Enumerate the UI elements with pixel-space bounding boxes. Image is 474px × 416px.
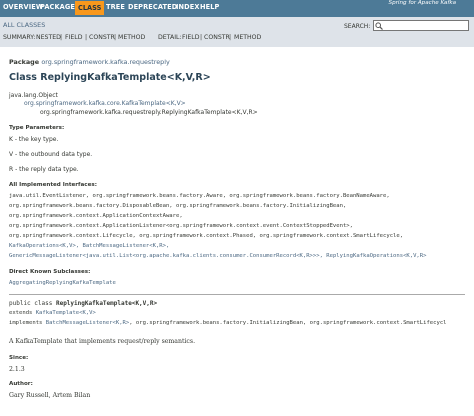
package-link[interactable]: org.springframework.kafka.requestreply bbox=[41, 58, 169, 66]
type-params-label: Type Parameters: bbox=[9, 125, 65, 131]
batch-message-listener-link[interactable]: BatchMessageListener<K,R>, bbox=[82, 243, 169, 249]
type-param-r: R - the reply data type. bbox=[9, 166, 79, 173]
separator: | bbox=[85, 34, 88, 41]
implements-link[interactable]: BatchMessageListener<K,R> bbox=[46, 320, 130, 326]
interfaces-line: org.springframework.context.ApplicationL… bbox=[9, 223, 353, 229]
since-label: Since: bbox=[9, 355, 29, 361]
declaration-modifiers: public class bbox=[9, 300, 56, 307]
interfaces-line: KafkaOperations<K,V>, BatchMessageListen… bbox=[9, 243, 169, 249]
interfaces-line: GenericMessageListener<java.util.List<or… bbox=[9, 253, 426, 259]
implements-keyword: implements bbox=[9, 320, 46, 326]
author-value: Gary Russell, Artem Bilan bbox=[9, 392, 91, 399]
nav-deprecated[interactable]: DEPRECATED bbox=[128, 3, 177, 11]
inheritance-object: java.lang.Object bbox=[9, 92, 58, 99]
nav-class[interactable]: CLASS bbox=[75, 1, 105, 15]
since-value: 2.1.3 bbox=[9, 366, 25, 373]
detail-method-link[interactable]: METHOD bbox=[234, 34, 261, 41]
interfaces-line: java.util.EventListener, org.springframe… bbox=[9, 193, 390, 199]
top-navbar: OVERVIEW PACKAGE CLASS TREE DEPRECATED I… bbox=[0, 0, 474, 17]
implements-rest: , org.springframework.beans.factory.Init… bbox=[129, 320, 447, 326]
declaration-implements: implements BatchMessageListener<K,R>, or… bbox=[9, 320, 447, 326]
summary-nested-link[interactable]: NESTED bbox=[36, 34, 61, 41]
declaration-class-name: ReplyingKafkaTemplate<K,V,R> bbox=[55, 300, 158, 307]
author-label: Author: bbox=[9, 381, 33, 387]
summary-label: SUMMARY: bbox=[3, 34, 36, 41]
summary-method-link[interactable]: METHOD bbox=[118, 34, 145, 41]
separator: | bbox=[114, 34, 117, 41]
summary-constr-link[interactable]: CONSTR bbox=[89, 34, 115, 41]
nav-tree[interactable]: TREE bbox=[106, 3, 125, 11]
subclass-link[interactable]: AggregatingReplyingKafkaTemplate bbox=[9, 280, 116, 286]
search-input[interactable] bbox=[373, 20, 469, 31]
declaration-extends: extends KafkaTemplate<K,V> bbox=[9, 310, 96, 316]
package-line: Package org.springframework.kafka.reques… bbox=[9, 58, 170, 66]
separator: | bbox=[229, 34, 232, 41]
class-description: A KafkaTemplate that implements request/… bbox=[9, 338, 196, 345]
separator: | bbox=[60, 34, 63, 41]
detail-label: DETAIL: bbox=[158, 34, 182, 41]
subclasses-label: Direct Known Subclasses: bbox=[9, 269, 91, 275]
interfaces-line: org.springframework.beans.factory.Dispos… bbox=[9, 203, 347, 209]
nav-package[interactable]: PACKAGE bbox=[40, 3, 75, 11]
divider bbox=[9, 294, 465, 295]
replying-kafka-operations-link[interactable]: ReplyingKafkaOperations<K,V,R> bbox=[326, 253, 426, 259]
generic-message-listener-link[interactable]: GenericMessageListener<java.util.List<or… bbox=[9, 253, 323, 259]
nav-index[interactable]: INDEX bbox=[176, 3, 200, 11]
search-label: SEARCH: bbox=[344, 23, 371, 30]
separator: | bbox=[200, 34, 203, 41]
extends-link[interactable]: KafkaTemplate<K,V> bbox=[36, 310, 96, 316]
nav-help[interactable]: HELP bbox=[200, 3, 219, 11]
summary-field-link[interactable]: FIELD bbox=[65, 34, 83, 41]
type-param-k: K - the key type. bbox=[9, 136, 59, 143]
type-param-v: V - the outbound data type. bbox=[9, 151, 93, 158]
detail-field-link[interactable]: FIELD bbox=[182, 34, 200, 41]
package-label: Package bbox=[9, 58, 40, 66]
search-icon bbox=[375, 22, 383, 30]
all-classes-link[interactable]: ALL CLASSES bbox=[3, 21, 45, 29]
nav-overview[interactable]: OVERVIEW bbox=[3, 3, 43, 11]
inheritance-kafkatemplate-link[interactable]: org.springframework.kafka.core.KafkaTemp… bbox=[24, 100, 186, 107]
about-text: Spring for Apache Kafka bbox=[388, 0, 456, 6]
page-title: Class ReplyingKafkaTemplate<K,V,R> bbox=[9, 72, 211, 83]
interfaces-label: All Implemented Interfaces: bbox=[9, 182, 97, 188]
class-declaration: public class ReplyingKafkaTemplate<K,V,R… bbox=[9, 300, 157, 307]
interfaces-line: org.springframework.context.ApplicationC… bbox=[9, 213, 183, 219]
extends-keyword: extends bbox=[9, 310, 36, 316]
interfaces-line: org.springframework.context.Lifecycle, o… bbox=[9, 233, 404, 239]
inheritance-current: org.springframework.kafka.requestreply.R… bbox=[40, 109, 258, 116]
kafka-operations-link[interactable]: KafkaOperations<K,V>, bbox=[9, 243, 79, 249]
detail-constr-link[interactable]: CONSTR bbox=[204, 34, 230, 41]
